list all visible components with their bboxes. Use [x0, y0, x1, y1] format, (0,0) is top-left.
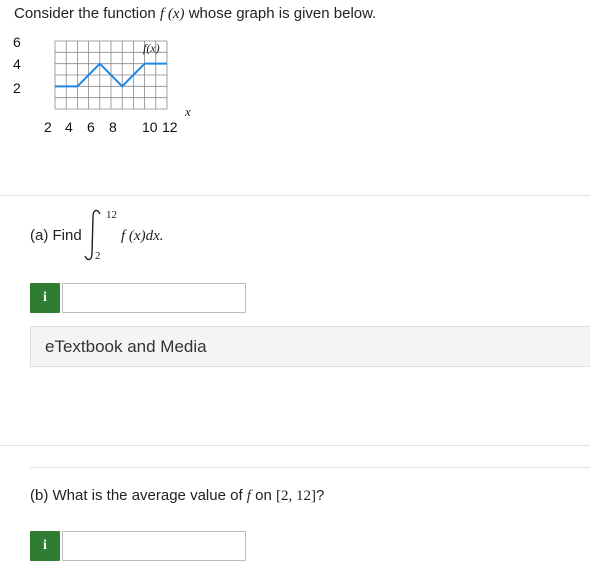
answer-row-a: i [30, 283, 246, 313]
answer-input-a[interactable] [62, 283, 246, 313]
part-b-interval: [2, 12] [275, 488, 316, 504]
intro-suffix: whose graph is given below. [188, 5, 377, 22]
etextbook-label: eTextbook and Media [45, 337, 207, 356]
part-b-on: on [255, 487, 272, 504]
integral-lower-limit: 2 [95, 250, 101, 262]
answer-row-b: i [30, 531, 246, 561]
section-divider-2 [0, 445, 590, 446]
part-a-label: (a) Find [30, 227, 82, 244]
x-tick-6: 6 [87, 119, 95, 135]
part-b-question: (b) What is the average value of f on [2… [30, 487, 324, 505]
intro-function: f (x) [159, 6, 185, 22]
x-tick-10: 10 [142, 119, 158, 135]
y-tick-4: 4 [13, 56, 21, 72]
etextbook-media-button[interactable]: eTextbook and Media [30, 326, 590, 367]
x-axis-variable: x [185, 104, 191, 119]
x-tick-12: 12 [162, 119, 178, 135]
intro-prefix: Consider the function [14, 5, 156, 22]
info-icon[interactable]: i [30, 531, 60, 561]
y-tick-6: 6 [13, 34, 21, 50]
curve-label: f(x) [143, 41, 160, 55]
section-divider [0, 195, 590, 196]
x-tick-8: 8 [109, 119, 117, 135]
part-b-top-rule [30, 467, 590, 468]
intro-text: Consider the function f (x) whose graph … [14, 5, 376, 23]
part-b-f: f [246, 488, 251, 504]
info-icon[interactable]: i [30, 283, 60, 313]
answer-input-b[interactable] [62, 531, 246, 561]
x-tick-2: 2 [44, 119, 52, 135]
integral-upper-limit: 12 [106, 209, 117, 221]
x-tick-4: 4 [65, 119, 73, 135]
part-b-suffix: ? [315, 487, 325, 504]
function-graph [54, 40, 168, 110]
y-tick-2: 2 [13, 80, 21, 96]
part-b-prefix: (b) What is the average value of [30, 487, 243, 504]
integrand: f (x)dx. [121, 228, 164, 244]
